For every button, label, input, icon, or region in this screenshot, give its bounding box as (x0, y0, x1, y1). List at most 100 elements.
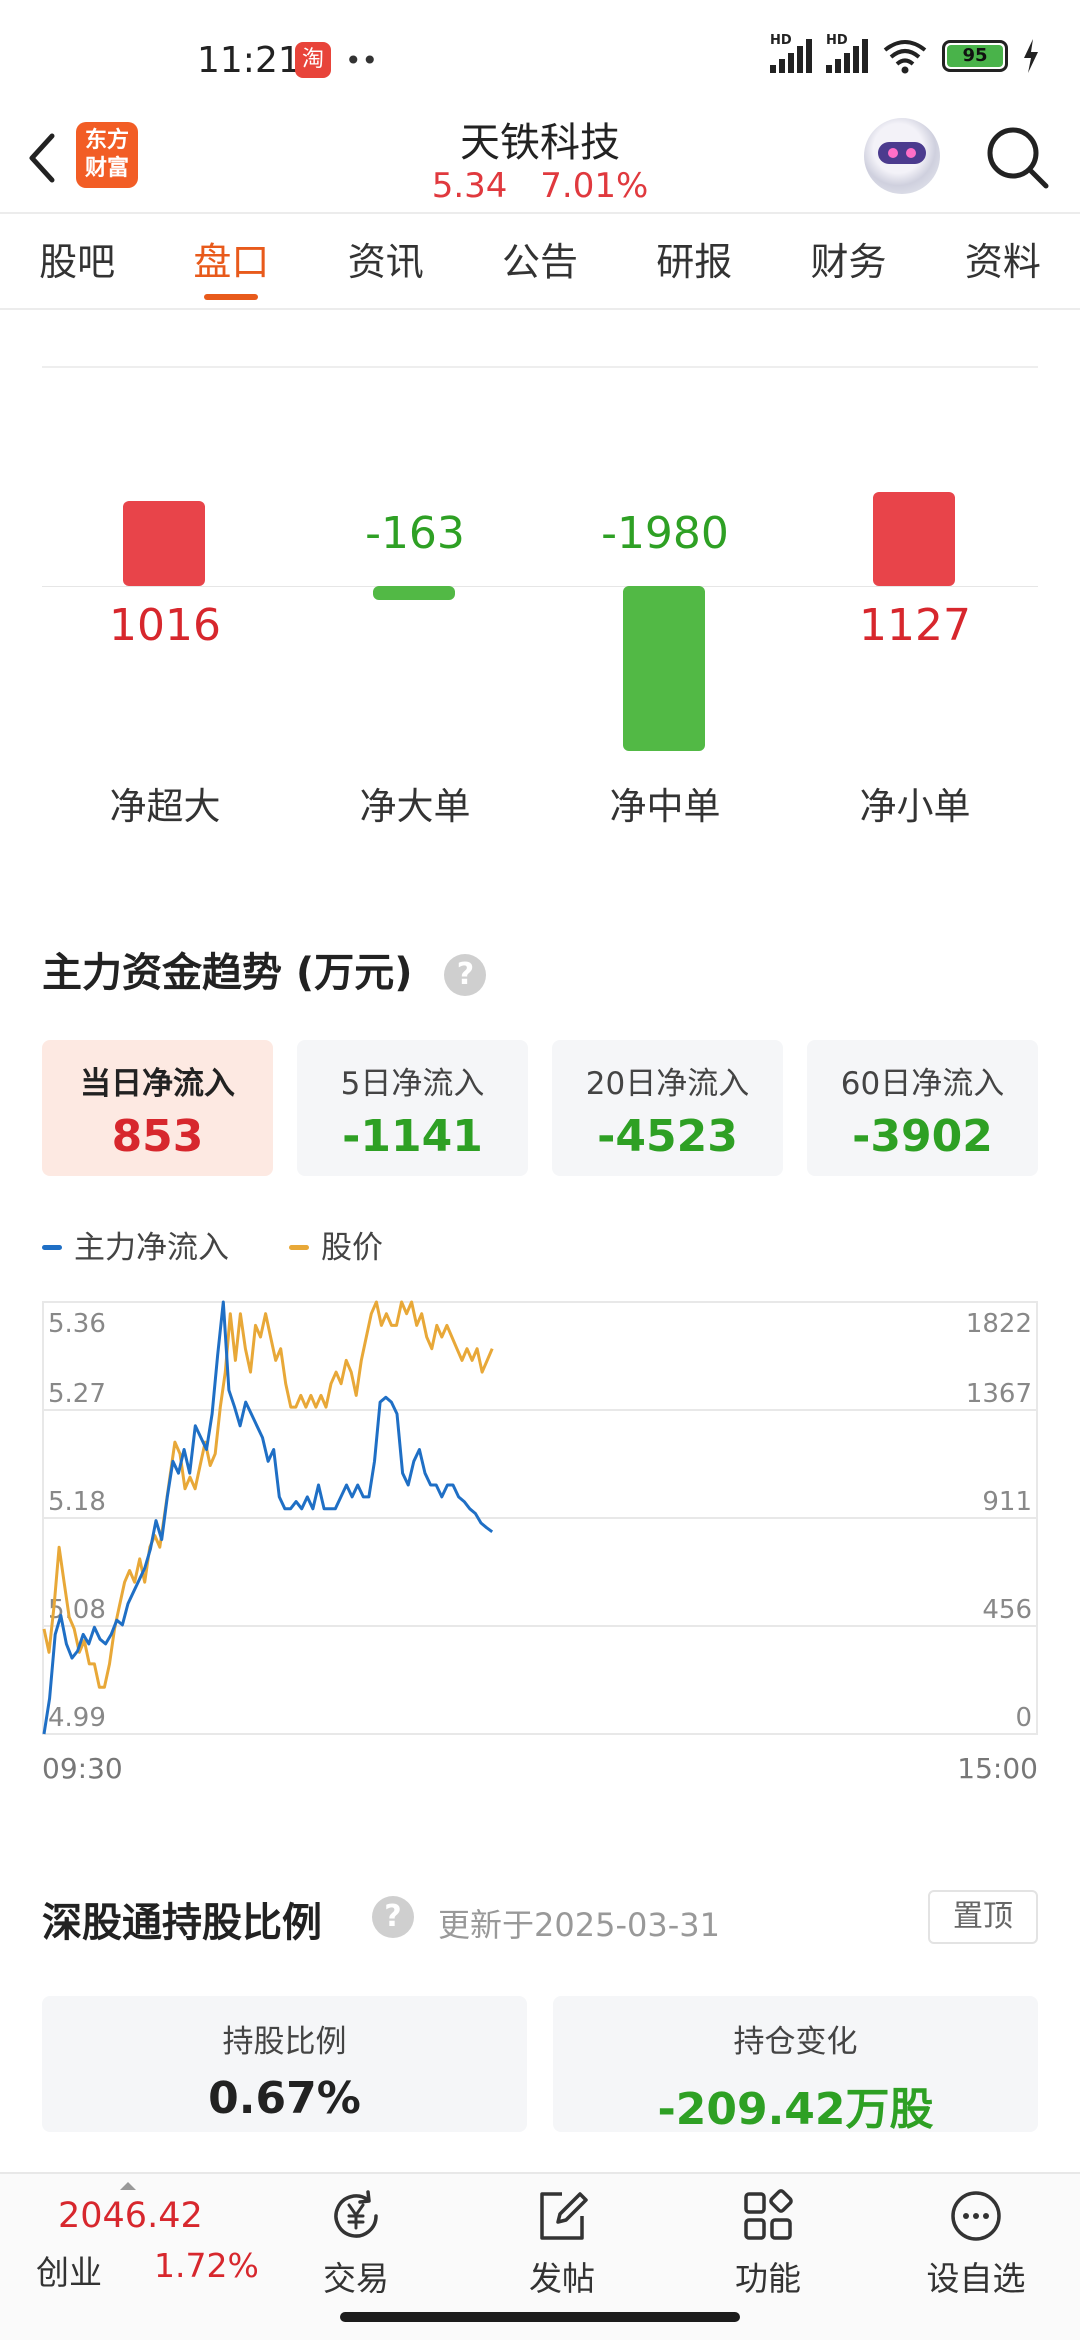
grid-icon (744, 2189, 793, 2240)
nav-trade[interactable]: 交易 (286, 2188, 426, 2300)
legend-swatch (289, 1245, 309, 1250)
tab-announcements[interactable]: 公告 (463, 214, 617, 308)
fund-flow-chart[interactable]: 5.36 5.27 5.18 5.08 4.99 1822 1367 911 456 0 (42, 1298, 1038, 1738)
period-value: -1141 (342, 1111, 483, 1162)
hk-card-label: 持股比例 (222, 2024, 347, 2060)
nav-label: 发帖 (529, 2259, 595, 2298)
index-value: 2046.42 (58, 2196, 203, 2236)
nav-label: 交易 (323, 2259, 389, 2298)
left-tick-label: 4.99 (48, 1703, 106, 1733)
hk-connect-cards: 持股比例 0.67% 持仓变化 -209.42万股 (42, 1996, 1038, 2135)
caret-up-icon (120, 2182, 136, 2190)
tab-pankou[interactable]: 盘口 (154, 214, 308, 308)
battery-icon: 95 (942, 40, 1008, 72)
flow-bar (623, 586, 705, 751)
flow-medium: -1980 净中单 (540, 460, 790, 840)
status-time: 11:21 (197, 40, 301, 81)
left-tick-label: 5.27 (48, 1379, 106, 1409)
tab-news[interactable]: 资讯 (309, 214, 463, 308)
flow-label: 净小单 (859, 785, 971, 828)
more-icon (951, 2191, 1001, 2241)
divider (42, 366, 1038, 368)
wifi-icon (883, 40, 927, 74)
flow-super-large: 1016 净超大 (40, 460, 290, 840)
home-indicator[interactable] (340, 2312, 740, 2322)
flow-small: 1127 净小单 (790, 460, 1040, 840)
signal-icon: HD (770, 33, 812, 73)
robot-avatar[interactable] (864, 118, 940, 194)
flow-value: 1016 (109, 600, 221, 651)
tab-profile[interactable]: 资料 (926, 214, 1080, 308)
flow-bar (373, 586, 455, 600)
flow-label: 净中单 (609, 785, 721, 828)
nav-post[interactable]: 发帖 (492, 2188, 632, 2300)
index-name: 创业 (36, 2253, 102, 2292)
period-card-today[interactable]: 当日净流入 853 (42, 1040, 273, 1176)
period-cards: 当日净流入 853 5日净流入 -1141 20日净流入 -4523 60日净流… (42, 1040, 1038, 1176)
period-card-60d[interactable]: 60日净流入 -3902 (807, 1040, 1038, 1176)
legend-price: 股价 (289, 1222, 383, 1267)
flow-bar (123, 501, 205, 586)
position-change-card: 持仓变化 -209.42万股 (553, 1996, 1038, 2135)
flow-value: -1980 (601, 508, 729, 559)
period-value: -4523 (597, 1111, 738, 1162)
tab-guba[interactable]: 股吧 (0, 214, 154, 308)
nav-functions[interactable]: 功能 (698, 2188, 838, 2300)
tab-bar: 股吧 盘口 资讯 公告 研报 财务 资料 (0, 212, 1080, 310)
right-tick-label: 911 (982, 1487, 1032, 1517)
period-card-5d[interactable]: 5日净流入 -1141 (297, 1040, 528, 1176)
chart-legend: 主力净流入 股价 (42, 1222, 383, 1267)
edit-icon (540, 2192, 588, 2240)
period-label: 当日净流入 (80, 1066, 235, 1102)
help-icon[interactable]: ? (444, 954, 487, 996)
help-icon[interactable]: ? (372, 1896, 414, 1938)
hk-card-label: 持仓变化 (733, 2024, 858, 2060)
period-value: -3902 (852, 1111, 993, 1162)
tab-finance[interactable]: 财务 (771, 214, 925, 308)
nav-label: 设自选 (926, 2259, 1026, 2298)
search-icon[interactable] (982, 122, 1052, 192)
legend-label: 主力净流入 (74, 1230, 229, 1266)
stock-price: 5.34 (431, 166, 508, 206)
signal-icon: HD (826, 33, 868, 73)
charging-icon (1024, 39, 1038, 73)
stock-change-pct: 7.01% (540, 166, 649, 206)
left-tick-label: 5.08 (48, 1595, 106, 1625)
right-tick-label: 0 (1015, 1703, 1032, 1733)
status-icons: HD HD 95 (770, 33, 1040, 74)
chart-time-end: 15:00 (957, 1752, 1038, 1785)
flow-large: -163 净大单 (290, 460, 540, 840)
hk-connect-title: 深股通持股比例 (42, 1900, 322, 1946)
stock-header: 东方 财富 天铁科技 5.34 7.01% (0, 110, 1080, 212)
notification-dots: •• (345, 44, 379, 77)
period-card-20d[interactable]: 20日净流入 -4523 (552, 1040, 783, 1176)
pin-top-button[interactable]: 置顶 (928, 1890, 1038, 1944)
index-change: 1.72% (154, 2246, 259, 2285)
right-tick-label: 1822 (966, 1309, 1032, 1339)
chart-time-start: 09:30 (42, 1752, 123, 1785)
flow-value: -163 (365, 508, 465, 559)
trend-section-title: 主力资金趋势 (万元) ? (42, 940, 487, 998)
hk-connect-updated: 更新于2025-03-31 (438, 1906, 720, 1944)
index-ticker[interactable]: 2046.42 创业 1.72% (36, 2182, 259, 2292)
tab-research[interactable]: 研报 (617, 214, 771, 308)
period-value: 853 (111, 1111, 204, 1162)
hk-card-value: 0.67% (208, 2073, 361, 2124)
nav-label: 功能 (735, 2259, 801, 2298)
order-flow-bars: 1016 净超大 -163 净大单 -1980 净中单 1127 净小单 (0, 460, 1080, 840)
hk-card-value: -209.42万股 (657, 2084, 934, 2135)
yen-refresh-icon (334, 2190, 378, 2238)
right-tick-label: 1367 (966, 1379, 1032, 1409)
legend-label: 股价 (321, 1230, 383, 1266)
left-tick-label: 5.18 (48, 1487, 106, 1517)
right-tick-label: 456 (982, 1595, 1032, 1625)
hk-connect-header: 深股通持股比例 ? 更新于2025-03-31 置顶 (42, 1890, 1038, 1950)
trend-title: 主力资金趋势 (万元) (42, 950, 413, 996)
period-label: 20日净流入 (585, 1066, 750, 1102)
period-label: 60日净流入 (840, 1066, 1005, 1102)
flow-bar (873, 492, 955, 586)
legend-main-inflow: 主力净流入 (42, 1222, 229, 1267)
series-line (42, 1300, 494, 1689)
taobao-icon: 淘 (295, 42, 331, 78)
nav-add-watchlist[interactable]: 设自选 (906, 2188, 1046, 2300)
